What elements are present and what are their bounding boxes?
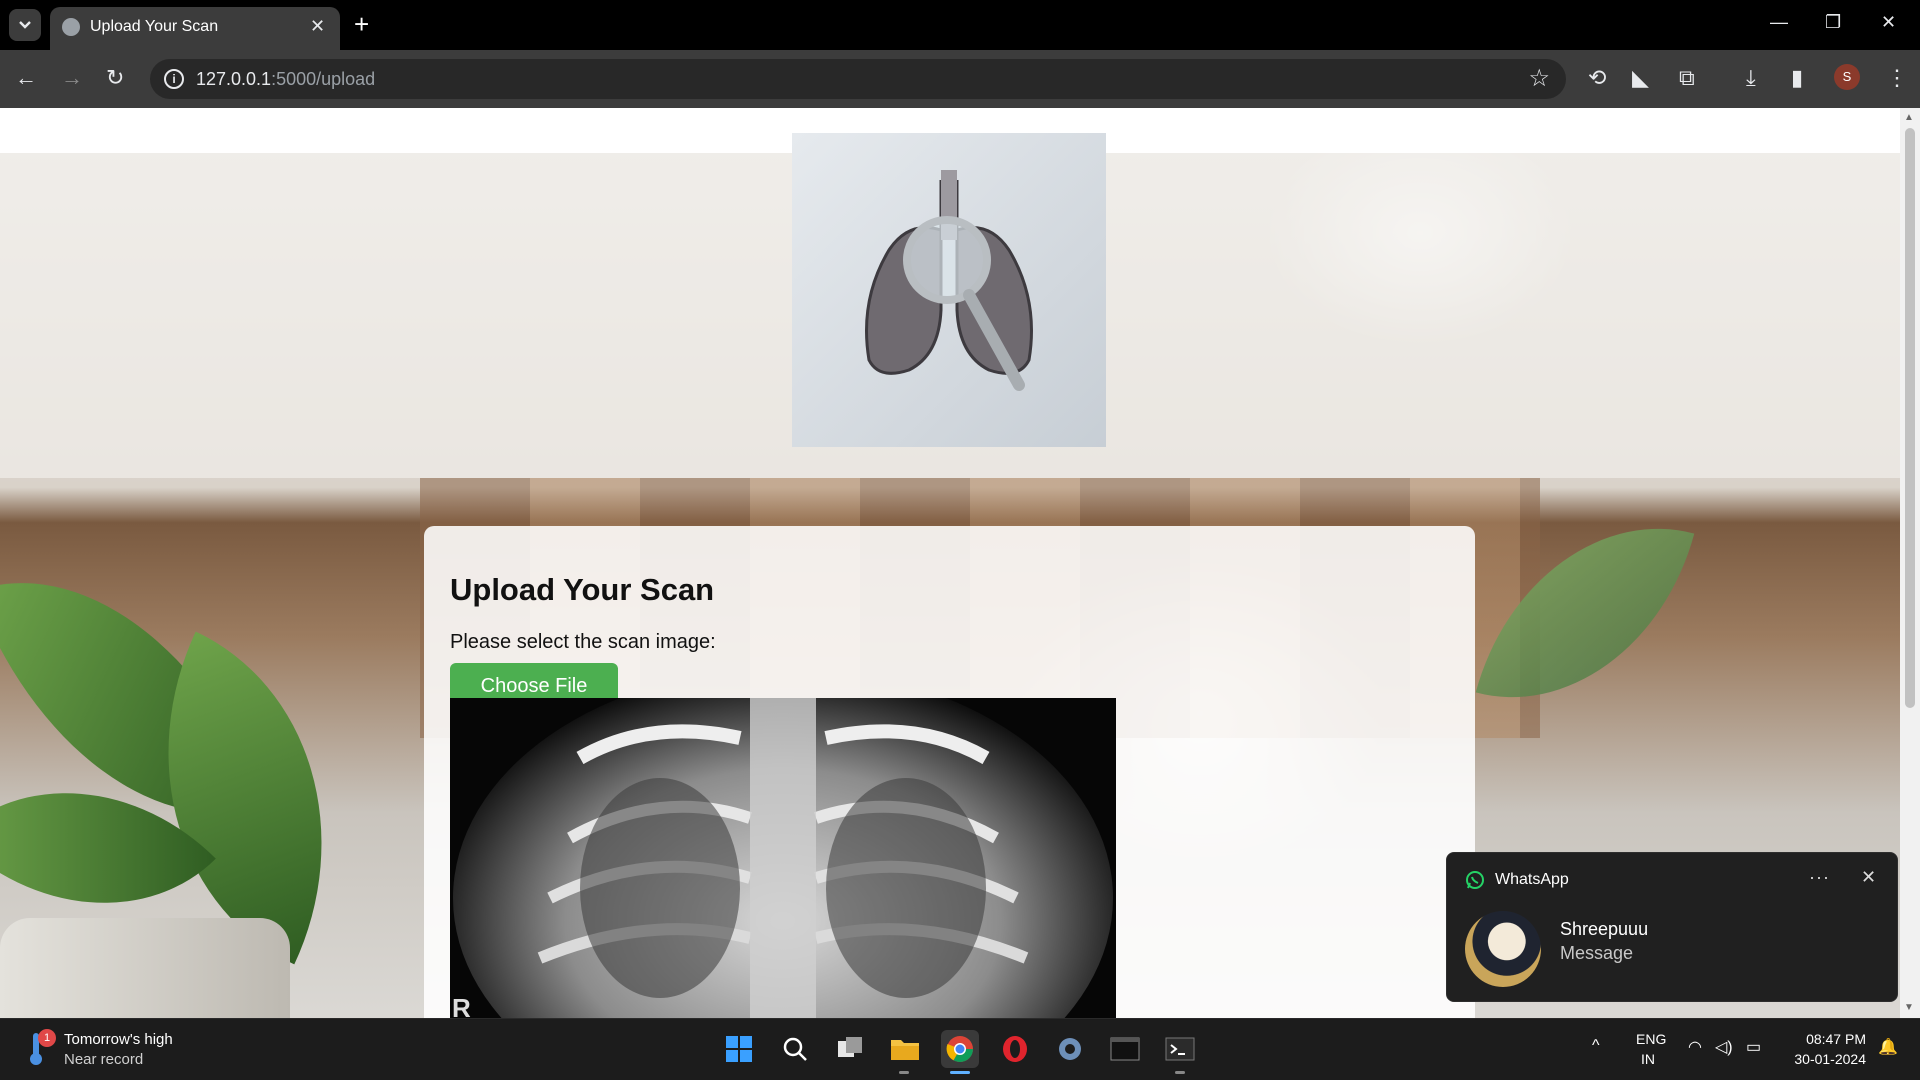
notification-sender: Shreepuuu	[1560, 919, 1649, 939]
choose-file-button[interactable]: Choose File	[450, 663, 618, 699]
page-title: Upload Your Scan	[450, 572, 715, 607]
gear-icon	[1059, 1038, 1081, 1060]
sender-avatar	[1465, 911, 1541, 987]
chevron-down-icon	[19, 21, 31, 29]
chrome-taskbar-button[interactable]	[941, 1030, 979, 1068]
browser-tab[interactable]: Upload Your Scan ✕	[50, 7, 340, 50]
battery-icon[interactable]: ▭	[1746, 1037, 1761, 1057]
search-icon	[783, 1037, 807, 1061]
scroll-thumb[interactable]	[1905, 128, 1915, 708]
opera-taskbar-button[interactable]	[996, 1030, 1034, 1068]
running-indicator	[1175, 1071, 1185, 1074]
notification-app-name: WhatsApp	[1495, 871, 1569, 888]
restore-icon[interactable]: ❐	[1825, 12, 1841, 33]
lung-logo-image	[792, 133, 1106, 447]
plant-pot	[0, 918, 290, 1018]
terminal-taskbar-button[interactable]	[1106, 1030, 1144, 1068]
wifi-icon[interactable]: ◠	[1688, 1037, 1702, 1057]
bookmark-star-icon[interactable]: ☆	[1528, 64, 1550, 93]
url-host: 127.0.0.1	[196, 69, 272, 89]
chest-xray-graphic	[450, 698, 1116, 1018]
tab-title: Upload Your Scan	[90, 18, 219, 35]
clock-time[interactable]: 08:47 PM	[1766, 1031, 1866, 1047]
active-indicator	[950, 1071, 970, 1074]
command-prompt-icon	[1165, 1037, 1195, 1061]
taskbar-search-button[interactable]	[776, 1030, 814, 1068]
volume-icon[interactable]: ◁)	[1715, 1037, 1733, 1057]
task-view-button[interactable]	[831, 1030, 869, 1068]
scan-preview-image: R	[450, 698, 1116, 1018]
whatsapp-notification[interactable]: WhatsApp ··· ✕ Shreepuuu Message	[1446, 852, 1898, 1002]
browser-toolbar: ← → ↻ i 127.0.0.1:5000/upload ☆ ⟲ ◣ ⧉ ⤓ …	[0, 50, 1920, 108]
folder-icon	[891, 1040, 919, 1060]
running-indicator	[899, 1071, 909, 1074]
url-path: :5000/upload	[271, 69, 376, 89]
scroll-up-icon[interactable]: ▲	[1904, 112, 1914, 123]
windows-taskbar: 1 Tomorrow's high Near record ^ ENG IN ◠…	[0, 1018, 1920, 1080]
weather-alert-badge: 1	[38, 1029, 56, 1047]
menu-kebab-icon[interactable]: ⋮	[1886, 64, 1908, 92]
weather-subtext[interactable]: Near record	[64, 1051, 143, 1068]
weather-text[interactable]: Tomorrow's high	[64, 1031, 173, 1048]
reload-icon[interactable]: ↻	[106, 65, 124, 91]
file-explorer-button[interactable]	[886, 1030, 924, 1068]
more-options-icon[interactable]: ···	[1809, 867, 1830, 888]
task-view-icon	[838, 1037, 862, 1057]
chevron-up-icon[interactable]: ^	[1592, 1037, 1600, 1055]
close-window-icon[interactable]: ✕	[1881, 12, 1896, 33]
side-panel-icon[interactable]: ▮	[1791, 64, 1803, 92]
tab-search-button[interactable]	[9, 9, 41, 41]
tab-close-icon[interactable]: ✕	[310, 16, 325, 36]
tab-strip: Upload Your Scan ✕ + — ❐ ✕	[0, 0, 1920, 50]
language-region[interactable]: IN	[1641, 1051, 1655, 1067]
back-icon[interactable]: ←	[15, 65, 37, 91]
settings-taskbar-button[interactable]	[1051, 1030, 1089, 1068]
lungs-magnifier-icon	[865, 170, 1033, 391]
sync-icon[interactable]: ⟲	[1588, 64, 1606, 92]
minimize-icon[interactable]: —	[1770, 12, 1788, 33]
upload-card: Upload Your Scan Please select the scan …	[424, 526, 1475, 1018]
start-button[interactable]	[720, 1030, 758, 1068]
site-info-icon[interactable]: i	[164, 69, 184, 89]
new-tab-button[interactable]: +	[354, 9, 369, 39]
url-text: 127.0.0.1:5000/upload	[196, 69, 375, 90]
select-label: Please select the scan image:	[450, 631, 716, 653]
windows-logo-icon	[726, 1036, 752, 1062]
forward-icon[interactable]: →	[61, 65, 83, 91]
notification-message: Message	[1560, 943, 1634, 963]
close-notification-icon[interactable]: ✕	[1861, 867, 1876, 888]
profile-avatar[interactable]: S	[1834, 64, 1860, 90]
extensions-puzzle-icon[interactable]: ⧉	[1679, 64, 1695, 92]
notification-bell-icon[interactable]: 🔔	[1878, 1037, 1898, 1057]
xray-side-marker: R	[452, 993, 471, 1018]
language-indicator[interactable]: ENG	[1636, 1031, 1666, 1047]
clock-date[interactable]: 30-01-2024	[1766, 1051, 1866, 1067]
scroll-down-icon[interactable]: ▼	[1904, 1002, 1914, 1013]
chrome-icon	[946, 1036, 974, 1063]
extension-whale-icon[interactable]: ◣	[1632, 64, 1649, 92]
address-bar[interactable]: i 127.0.0.1:5000/upload ☆	[150, 59, 1566, 99]
download-icon[interactable]: ⤓	[1746, 64, 1756, 92]
whatsapp-icon	[1466, 871, 1484, 889]
page-scrollbar[interactable]: ▲ ▼	[1900, 108, 1920, 1018]
powershell-taskbar-button[interactable]	[1161, 1030, 1199, 1068]
globe-icon	[62, 18, 80, 36]
terminal-icon	[1110, 1037, 1140, 1061]
opera-icon	[1003, 1036, 1027, 1062]
